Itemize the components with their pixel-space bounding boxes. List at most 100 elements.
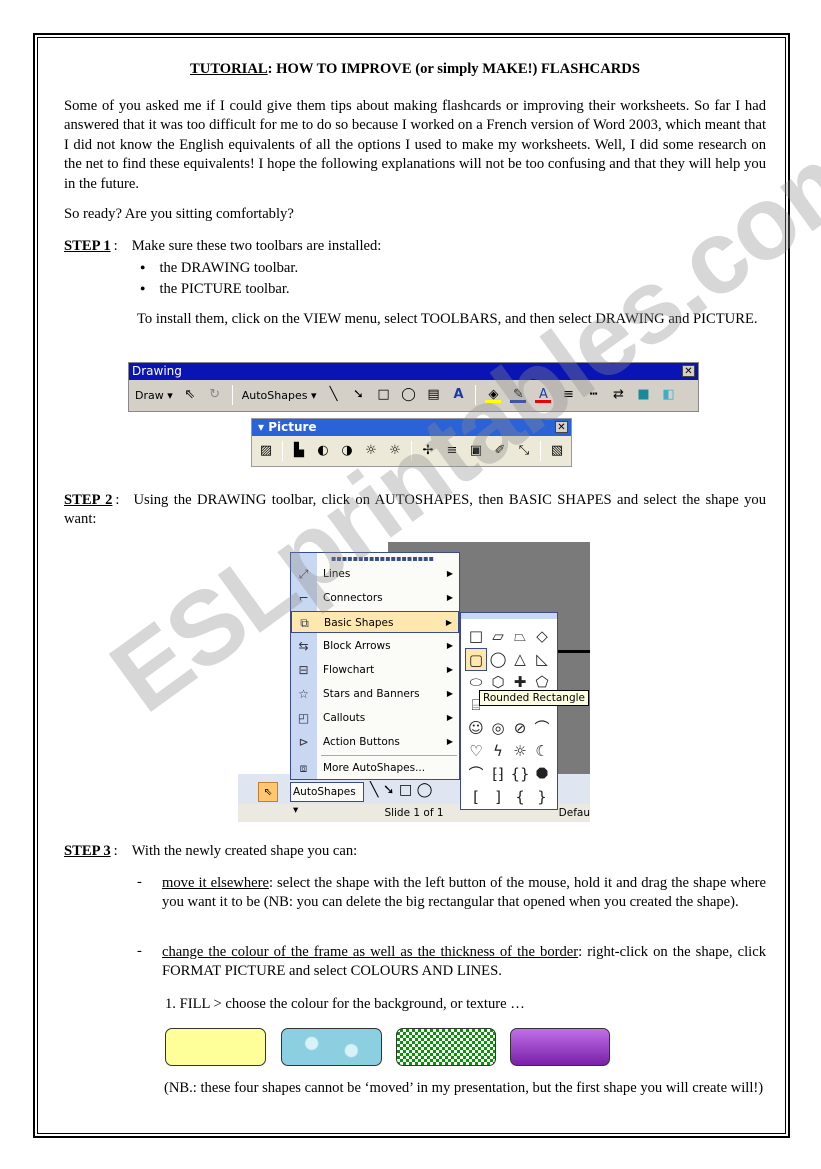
right-bracket-shape[interactable]: ] (487, 786, 509, 809)
double-bracket-shape[interactable]: ⁅⁆ (487, 763, 509, 786)
note-text: (NB.: these four shapes cannot be ‘moved… (164, 1080, 764, 1096)
less-contrast-icon[interactable]: ◑ (339, 443, 355, 459)
fill-sample-yellow (165, 1028, 266, 1066)
no-symbol-shape[interactable]: ⊘ (509, 717, 531, 740)
line-color-icon[interactable]: ✎ (510, 387, 527, 403)
title-label: TUTORIAL (190, 61, 268, 77)
rectangle-icon[interactable]: □ (375, 387, 391, 403)
trapezoid-shape[interactable]: ⏢ (509, 625, 531, 648)
rectangle-shape[interactable]: □ (465, 625, 487, 648)
connectors-icon: ⌐ (298, 591, 309, 605)
color-icon[interactable]: ▙ (291, 443, 307, 459)
toolbar-list: the DRAWING toolbar. the PICTURE toolbar… (140, 258, 298, 300)
intro-paragraph: Some of you asked me if I could give the… (64, 98, 766, 192)
line-icon[interactable]: ╲ (325, 387, 341, 403)
lightning-shape[interactable]: ϟ (487, 740, 509, 763)
drawing-tools-icons: ╲ ➘ □ ◯ (370, 782, 433, 798)
block-arrows-icon: ⇆ (298, 639, 309, 653)
menu-item-connectors[interactable]: ⌐ Connectors ▶ (291, 587, 459, 609)
list-item: the DRAWING toolbar. (140, 258, 298, 279)
double-brace-shape[interactable]: {} (509, 763, 531, 786)
step1-label: STEP 1 (64, 238, 111, 254)
callouts-icon: ◰ (297, 711, 310, 725)
line-style-icon[interactable]: ≡ (560, 387, 576, 403)
fill-sample-water-texture (281, 1028, 382, 1066)
step2-label: STEP 2 (64, 492, 113, 508)
drawing-toolbar: Drawing ✕ Draw ▾ ⇖ ↻ AutoShapes ▾ ╲ ➘ □ ◯… (128, 362, 699, 412)
right-triangle-shape[interactable]: ◺ (531, 648, 553, 671)
line-style-icon[interactable]: ≡ (444, 443, 460, 459)
autoshapes-menu: ▪▪▪▪▪▪▪▪▪▪▪▪▪▪▪▪▪▪▪ ⤢ Lines ▶ ⌐ Connectors ▶… (290, 552, 460, 780)
reset-picture-icon[interactable]: ▧ (549, 443, 565, 459)
right-brace-shape[interactable]: } (531, 786, 553, 809)
wordart-icon[interactable]: A (450, 387, 466, 403)
drawing-toolbar-title: Drawing (132, 364, 182, 378)
textbox-icon[interactable]: ▤ (425, 387, 441, 403)
diamond-shape[interactable]: ◇ (531, 625, 553, 648)
oval-icon[interactable]: ◯ (400, 387, 416, 403)
rounded-rectangle-shape[interactable]: ▢ (465, 648, 487, 671)
menu-item-flowchart[interactable]: ⊟ Flowchart ▶ (291, 659, 459, 681)
fill-color-icon[interactable]: ◈ (485, 387, 502, 403)
arc-shape[interactable]: ⌒ (531, 717, 553, 740)
close-icon[interactable]: ✕ (555, 421, 568, 433)
ready-line: So ready? Are you sitting comfortably? (64, 206, 294, 222)
select-pointer-icon[interactable]: ⇖ (182, 387, 198, 403)
autoshapes-button[interactable]: AutoShapes ▾ (290, 782, 364, 816)
format-picture-icon[interactable]: ✐ (492, 443, 508, 459)
flowchart-icon: ⊟ (298, 663, 309, 677)
rotate-icon[interactable]: ↻ (207, 387, 223, 403)
compress-icon[interactable]: ▣ (468, 443, 484, 459)
menu-item-stars-banners[interactable]: ☆ Stars and Banners ▶ (291, 683, 459, 705)
page-title: TUTORIAL: HOW TO IMPROVE (or simply MAKE… (64, 60, 766, 79)
moon-shape[interactable]: ☾ (531, 740, 553, 763)
more-autoshapes-icon: ⧈ (299, 761, 308, 775)
step3-text: With the newly created shape you can: (131, 843, 358, 859)
list-item: move it elsewhere: select the shape with… (162, 874, 766, 913)
select-pointer-icon[interactable]: ⇖ (258, 782, 278, 802)
step1-text: Make sure these two toolbars are install… (131, 238, 382, 254)
stars-icon: ☆ (298, 687, 309, 701)
step1: STEP 1: Make sure these two toolbars are … (64, 238, 382, 254)
lines-icon: ⤢ (298, 567, 309, 581)
heart-shape[interactable]: ♡ (465, 740, 487, 763)
sun-shape[interactable]: ☼ (509, 740, 531, 763)
close-icon[interactable]: ✕ (682, 365, 695, 377)
basic-shapes-icon: ⧉ (300, 616, 309, 630)
smiley-shape[interactable]: ☺ (465, 717, 487, 740)
font-color-icon[interactable]: A (535, 387, 552, 403)
shadow-icon[interactable]: ■ (635, 387, 651, 403)
less-brightness-icon[interactable]: ☼ (387, 443, 403, 459)
step3-label: STEP 3 (64, 843, 111, 859)
menu-item-lines[interactable]: ⤢ Lines ▶ (291, 563, 459, 585)
arc-line-shape[interactable]: ⌒ (465, 763, 487, 786)
left-bracket-shape[interactable]: [ (465, 786, 487, 809)
left-brace-shape[interactable]: { (509, 786, 531, 809)
autoshapes-screenshot: Slide 1 of 1 Defau ⇖ AutoShapes ▾ ╲ ➘ □ ◯… (238, 542, 590, 822)
plaque-shape[interactable]: ⯃ (531, 763, 553, 786)
triangle-shape[interactable]: △ (509, 648, 531, 671)
menu-item-callouts[interactable]: ◰ Callouts ▶ (291, 707, 459, 729)
draw-menu-button[interactable]: Draw ▾ (135, 389, 173, 402)
menu-item-action-buttons[interactable]: ⊳ Action Buttons ▶ (291, 731, 459, 753)
menu-item-basic-shapes[interactable]: ⧉ Basic Shapes ▶ (291, 611, 459, 633)
arrow-icon[interactable]: ➘ (350, 387, 366, 403)
step2: STEP 2: Using the DRAWING toolbar, click … (64, 492, 766, 528)
arrow-style-icon[interactable]: ⇄ (610, 387, 626, 403)
set-transparent-icon[interactable]: ⤡ (516, 443, 532, 459)
parallelogram-shape[interactable]: ▱ (487, 625, 509, 648)
more-contrast-icon[interactable]: ◐ (315, 443, 331, 459)
crop-icon[interactable]: ✢ (420, 443, 436, 459)
dash-style-icon[interactable]: ┅ (585, 387, 601, 403)
insert-picture-icon[interactable]: ▨ (258, 443, 274, 459)
donut-shape[interactable]: ◎ (487, 717, 509, 740)
octagon-shape[interactable]: ◯ (487, 648, 509, 671)
autoshapes-button[interactable]: AutoShapes ▾ (242, 389, 317, 402)
status-right: Defau (558, 807, 590, 819)
menu-item-block-arrows[interactable]: ⇆ Block Arrows ▶ (291, 635, 459, 657)
more-brightness-icon[interactable]: ☼ (363, 443, 379, 459)
list-item: the PICTURE toolbar. (140, 279, 298, 300)
item-lead: change the colour of the frame as well a… (162, 944, 579, 960)
menu-item-more-autoshapes[interactable]: ⧈ More AutoShapes... (291, 757, 459, 779)
3d-icon[interactable]: ◧ (660, 387, 676, 403)
